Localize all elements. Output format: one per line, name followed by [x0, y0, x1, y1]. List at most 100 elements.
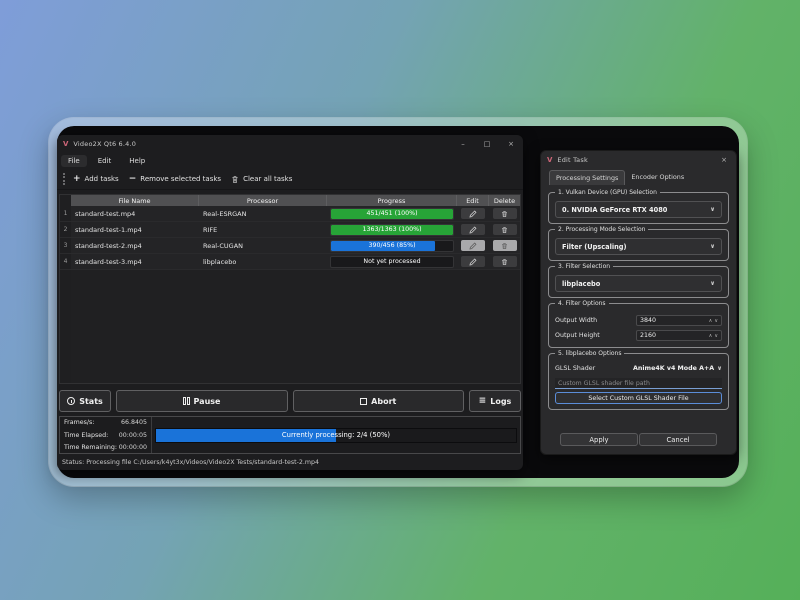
output-width-label: Output Width — [555, 317, 636, 324]
tab-processing-settings[interactable]: Processing Settings — [549, 170, 625, 185]
output-height-stepper[interactable]: 2160 ∧∨ — [636, 330, 722, 341]
delete-task-button-disabled — [493, 240, 517, 251]
edit-task-button[interactable] — [461, 224, 485, 235]
mode-select[interactable]: Filter (Upscaling) ∨ — [555, 238, 722, 255]
cell-processor: Real-ESRGAN — [199, 210, 327, 218]
custom-shader-path-input[interactable] — [555, 378, 722, 389]
toolbar-drag-handle[interactable] — [63, 173, 65, 185]
output-height-value: 2160 — [640, 332, 656, 339]
row-number: 4 — [60, 254, 71, 270]
remove-tasks-button[interactable]: − Remove selected tasks — [129, 175, 221, 184]
edit-tabs: Processing Settings Encoder Options — [549, 170, 736, 185]
glsl-shader-select[interactable]: Anime4K v4 Mode A+A ∨ — [633, 365, 722, 372]
header-edit[interactable]: Edit — [457, 195, 489, 206]
cell-file-name: standard-test.mp4 — [71, 210, 199, 218]
clock-icon — [67, 397, 75, 405]
mode-group-label: 2. Processing Mode Selection — [555, 226, 648, 233]
cell-progress: 1363/1363 (100%) — [327, 224, 457, 236]
trash-icon — [501, 226, 508, 234]
header-file-name[interactable]: File Name — [71, 195, 199, 206]
libplacebo-options-label: 5. libplacebo Options — [555, 350, 624, 357]
chevron-down-icon: ∨ — [717, 365, 722, 372]
row-number-gutter: 1 2 3 4 — [60, 195, 71, 383]
spin-up-icon[interactable]: ∧ — [709, 333, 713, 339]
close-icon[interactable]: × — [499, 135, 523, 152]
clear-tasks-button[interactable]: Clear all tasks — [231, 175, 292, 184]
logs-button[interactable]: ≡ Logs — [469, 390, 521, 412]
edit-task-window: V Edit Task × Processing Settings Encode… — [540, 150, 737, 455]
status-bar: Status: Processing file C:/Users/k4yt3x/… — [57, 454, 523, 470]
cell-file-name: standard-test-3.mp4 — [71, 258, 199, 266]
cell-progress: 390/456 (85%) — [327, 240, 457, 252]
cell-processor: libplacebo — [199, 258, 327, 266]
maximize-icon[interactable]: □ — [475, 135, 499, 152]
spin-up-icon[interactable]: ∧ — [709, 318, 713, 324]
header-delete[interactable]: Delete — [489, 195, 520, 206]
cell-processor: Real-CUGAN — [199, 242, 327, 250]
output-height-label: Output Height — [555, 332, 636, 339]
table-row[interactable]: standard-test.mp4 Real-ESRGAN 451/451 (1… — [71, 206, 520, 222]
glsl-shader-value: Anime4K v4 Mode A+A — [633, 365, 714, 372]
menu-edit[interactable]: Edit — [91, 155, 119, 167]
edit-task-button[interactable] — [461, 256, 485, 267]
menu-bar: File Edit Help — [57, 152, 523, 169]
output-width-stepper[interactable]: 3840 ∧∨ — [636, 315, 722, 326]
edit-titlebar[interactable]: V Edit Task × — [541, 151, 736, 168]
pause-button[interactable]: Pause — [116, 390, 288, 412]
trash-icon — [231, 175, 239, 184]
trash-icon — [501, 242, 508, 250]
pencil-icon — [469, 258, 477, 266]
filter-select[interactable]: libplacebo ∨ — [555, 275, 722, 292]
stats-button[interactable]: Stats — [59, 390, 111, 412]
edit-task-button[interactable] — [461, 208, 485, 219]
chevron-down-icon: ∨ — [710, 280, 715, 287]
table-row[interactable]: standard-test-2.mp4 Real-CUGAN 390/456 (… — [71, 238, 520, 254]
table-empty-area — [71, 270, 520, 383]
control-buttons: Stats Pause Abort ≡ Logs — [59, 390, 521, 412]
close-icon[interactable]: × — [712, 151, 736, 168]
clear-tasks-label: Clear all tasks — [243, 175, 292, 183]
progress-text: 451/451 (100%) — [331, 209, 453, 219]
edit-window-title: Edit Task — [557, 156, 587, 164]
pause-label: Pause — [194, 397, 221, 406]
cancel-button[interactable]: Cancel — [639, 433, 717, 446]
tab-encoder-options[interactable]: Encoder Options — [625, 170, 690, 185]
menu-file[interactable]: File — [61, 155, 87, 167]
list-icon: ≡ — [479, 397, 487, 406]
abort-label: Abort — [371, 397, 396, 406]
minimize-icon[interactable]: – — [451, 135, 475, 152]
trash-icon — [501, 258, 508, 266]
spin-down-icon[interactable]: ∨ — [714, 318, 718, 324]
apply-button[interactable]: Apply — [560, 433, 638, 446]
vulkan-device-group: 1. Vulkan Device (GPU) Selection 0. NVID… — [548, 192, 729, 224]
stats-panel: Frames/s:66.8405 Time Elapsed:00:00:05 T… — [59, 416, 521, 454]
spin-down-icon[interactable]: ∨ — [714, 333, 718, 339]
filter-group-label: 3. Filter Selection — [555, 263, 613, 270]
progress-text: 390/456 (85%) — [331, 241, 453, 251]
status-text: Status: Processing file C:/Users/k4yt3x/… — [62, 459, 319, 466]
processing-mode-group: 2. Processing Mode Selection Filter (Ups… — [548, 229, 729, 261]
toolbar: + Add tasks − Remove selected tasks Clea… — [57, 169, 523, 190]
output-width-value: 3840 — [640, 317, 656, 324]
table-row[interactable]: standard-test-1.mp4 RIFE 1363/1363 (100%… — [71, 222, 520, 238]
gpu-select[interactable]: 0. NVIDIA GeForce RTX 4080 ∨ — [555, 201, 722, 218]
menu-help[interactable]: Help — [122, 155, 152, 167]
delete-task-button[interactable] — [493, 208, 517, 219]
edit-task-button-disabled — [461, 240, 485, 251]
select-shader-file-button[interactable]: Select Custom GLSL Shader File — [555, 392, 722, 404]
delete-task-button[interactable] — [493, 224, 517, 235]
cell-file-name: standard-test-1.mp4 — [71, 226, 199, 234]
table-row[interactable]: standard-test-3.mp4 libplacebo Not yet p… — [71, 254, 520, 270]
cell-file-name: standard-test-2.mp4 — [71, 242, 199, 250]
main-titlebar[interactable]: V Video2X Qt6 6.4.0 – □ × — [57, 135, 523, 152]
elapsed-value: 00:00:05 — [119, 432, 147, 439]
delete-task-button[interactable] — [493, 256, 517, 267]
remaining-label: Time Remaining: — [64, 444, 117, 451]
window-title: Video2X Qt6 6.4.0 — [73, 140, 136, 148]
header-progress[interactable]: Progress — [327, 195, 457, 206]
add-tasks-button[interactable]: + Add tasks — [73, 175, 119, 184]
abort-button[interactable]: Abort — [293, 390, 465, 412]
header-processor[interactable]: Processor — [199, 195, 327, 206]
chevron-down-icon: ∨ — [710, 206, 715, 213]
vulkan-group-label: 1. Vulkan Device (GPU) Selection — [555, 189, 660, 196]
